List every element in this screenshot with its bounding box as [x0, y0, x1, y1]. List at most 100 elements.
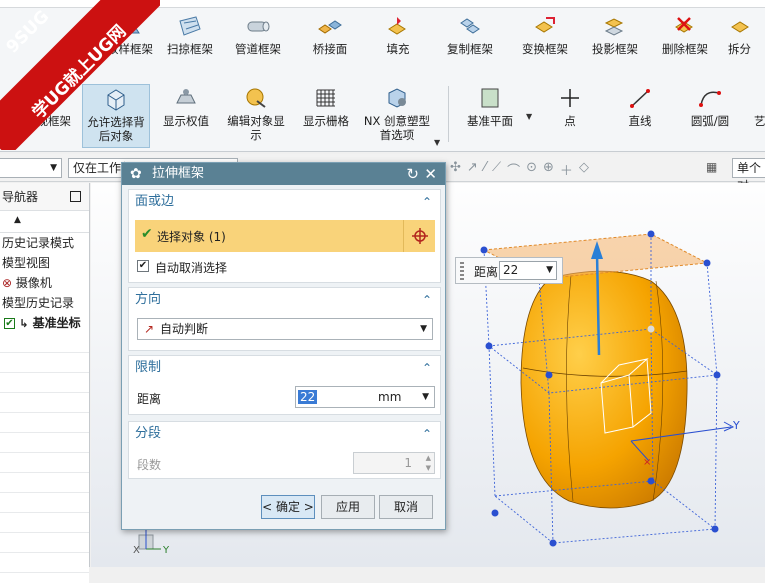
apply-button[interactable]: 应用	[321, 495, 375, 519]
arc-icon	[697, 86, 723, 110]
auto-deselect-checkbox[interactable]: ✔	[137, 260, 149, 272]
ribbon-arc[interactable]: 圆弧/圆	[684, 86, 736, 128]
ribbon-fill[interactable]: 填充	[368, 14, 428, 56]
ribbon-edit-display[interactable]: 编辑对象显 示	[222, 86, 290, 142]
ribbon-studio-spline[interactable]: 艺	[754, 86, 765, 128]
ribbon-see-through[interactable]: 透视框架	[18, 86, 78, 128]
group-header-direction[interactable]: 方向 ⌃	[129, 288, 440, 312]
ribbon-transform-frame[interactable]: 变换框架	[515, 14, 575, 56]
snap-arc-icon[interactable]: ⌒	[507, 160, 520, 179]
nav-item-cameras[interactable]: ⊗ 摄像机	[0, 273, 89, 293]
close-icon[interactable]: ✕	[424, 163, 437, 185]
nav-item-datum-csys[interactable]: ✔ ↳ 基准坐标	[0, 313, 89, 333]
delete-frame-icon	[672, 14, 698, 38]
ribbon-show-grid[interactable]: 显示栅格	[298, 86, 354, 128]
snap-pole-icon[interactable]: ◇	[579, 160, 589, 179]
snap-center-icon[interactable]: ⊕	[543, 160, 554, 179]
swept-frame-icon	[117, 14, 143, 38]
datum-plane-icon	[477, 86, 503, 110]
nav-item-model-views[interactable]: 模型视图	[0, 253, 89, 273]
layer-icon[interactable]: ▦	[706, 160, 717, 174]
ribbon-allow-back-select[interactable]: 允许选择背 后对象	[82, 84, 150, 148]
ribbon-copy-frame[interactable]: 复制框架	[440, 14, 500, 56]
split-icon	[728, 14, 754, 38]
camera-icon: ⊗	[2, 276, 13, 290]
csys-icon: ↳	[19, 317, 29, 330]
navigator-empty-rows	[0, 333, 89, 583]
snap-curve-icon[interactable]: ⟋	[492, 160, 501, 179]
group-face-or-edge: 面或边 ⌃ ✔ 选择对象 (1) ✔ 自动取消选择	[128, 189, 441, 283]
ribbon-nx-prefs[interactable]: NX 创意塑型 首选项	[360, 86, 434, 142]
ribbon: 放样框架 扫掠框架 管道框架 桥接面 填充 复制框架 变换框架 投影框架 删除框…	[0, 0, 765, 152]
snap-intersection-icon[interactable]: ＋	[560, 160, 573, 179]
type-filter-combo[interactable]: ▼	[0, 158, 62, 178]
collapse-icon[interactable]: ⌃	[422, 190, 432, 214]
segment-count-spinner[interactable]: 1 ▲ ▼	[353, 452, 435, 474]
snap-endpoint-icon[interactable]: ↗	[467, 160, 478, 179]
collapse-icon[interactable]: ⌃	[422, 288, 432, 312]
chevron-down-icon: ▼	[50, 163, 57, 173]
part-navigator: 导航器 ▲ 历史记录模式 模型视图 ⊗ 摄像机 模型历史记录 ✔ ↳ 基准坐标	[0, 183, 90, 583]
nav-item-history-mode[interactable]: 历史记录模式	[0, 233, 89, 253]
drag-grip-icon[interactable]	[460, 262, 464, 280]
ok-button[interactable]: < 确定 >	[261, 495, 315, 519]
dialog-title-bar[interactable]: ✿ 拉伸框架 ↻ ✕	[122, 163, 445, 185]
ribbon-loft-frame[interactable]: 放样框架	[100, 14, 160, 56]
ribbon-top-strip	[0, 0, 765, 8]
crosshair-select-icon[interactable]	[403, 220, 435, 252]
spinner-arrows-icon[interactable]: ▲ ▼	[426, 453, 431, 473]
extrude-frame-dialog: ✿ 拉伸框架 ↻ ✕ 面或边 ⌃ ✔ 选择对象 (1) ✔ 自动取消选择 方向 ⌃ …	[121, 162, 446, 530]
collapse-icon[interactable]: ⌃	[422, 422, 432, 446]
snap-point-toolbar: ✣ ↗ ⁄ ⟋ ⌒ ⊙ ⊕ ＋ ◇	[450, 160, 589, 179]
distance-input[interactable]: 22 mm ▼	[295, 386, 435, 408]
distance-popup-field[interactable]: 22 ▼	[499, 261, 557, 280]
allow-back-select-icon	[103, 87, 129, 111]
chevron-down-icon: ▼	[546, 265, 553, 275]
group-limits: 限制 ⌃ 距离 22 mm ▼	[128, 355, 441, 415]
group-header-face-or-edge[interactable]: 面或边 ⌃	[129, 190, 440, 214]
transform-frame-icon	[532, 14, 558, 38]
svg-text:Y: Y	[732, 419, 740, 432]
ribbon-delete-frame[interactable]: 删除框架	[655, 14, 715, 56]
edit-display-icon	[243, 86, 269, 110]
datum-plane-dropdown-arrow[interactable]: ▼	[526, 112, 532, 121]
direction-dropdown[interactable]: ↗ 自动判断 ▼	[137, 318, 433, 340]
snap-quadrant-icon[interactable]: ⊙	[526, 160, 537, 179]
view-triad: Y X	[133, 527, 170, 556]
studio-spline-icon	[754, 86, 765, 110]
gear-icon[interactable]: ✿	[130, 163, 142, 185]
nx-realize-prefs-icon	[384, 86, 410, 110]
nav-item-model-history[interactable]: 模型历史记录	[0, 293, 89, 313]
tube-frame-icon	[245, 14, 271, 38]
check-icon: ✔	[141, 226, 153, 242]
chevron-down-icon: ▼	[420, 324, 427, 334]
group-segments: 分段 ⌃ 段数 1 ▲ ▼	[128, 421, 441, 479]
snap-icon[interactable]: ✣	[450, 160, 461, 179]
grid-icon	[313, 86, 339, 110]
collapse-icon[interactable]: ⌃	[422, 356, 432, 380]
ribbon-show-weight[interactable]: 显示权值	[158, 86, 214, 128]
ribbon-project-frame[interactable]: 投影框架	[585, 14, 645, 56]
ribbon-datum-plane[interactable]: 基准平面	[460, 86, 520, 128]
ribbon-line[interactable]: 直线	[618, 86, 662, 128]
reset-icon[interactable]: ↻	[406, 163, 419, 185]
snap-midpoint-icon[interactable]: ⁄	[484, 160, 486, 179]
nx-prefs-dropdown-arrow[interactable]: ▼	[434, 138, 440, 147]
ribbon-point[interactable]: 点	[550, 86, 590, 128]
ribbon-sweep-frame[interactable]: 扫掠框架	[160, 14, 220, 56]
maximize-icon[interactable]	[70, 191, 81, 202]
show-weight-icon	[173, 86, 199, 110]
point-icon	[557, 86, 583, 110]
navigator-title: 导航器	[0, 183, 89, 211]
navigator-column-header[interactable]: ▲	[0, 211, 89, 233]
ribbon-split[interactable]: 拆分	[728, 14, 765, 56]
ribbon-tube-frame[interactable]: 管道框架	[228, 14, 288, 56]
copy-frame-icon	[457, 14, 483, 38]
checkbox-checked-icon[interactable]: ✔	[4, 318, 15, 329]
ribbon-bridge-face[interactable]: 桥接面	[300, 14, 360, 56]
curve-rule-combo[interactable]: 单个对	[732, 158, 765, 193]
select-object-row[interactable]: ✔ 选择对象 (1)	[135, 220, 435, 252]
group-header-segments[interactable]: 分段 ⌃	[129, 422, 440, 446]
cancel-button[interactable]: 取消	[379, 495, 433, 519]
group-header-limits[interactable]: 限制 ⌃	[129, 356, 440, 380]
